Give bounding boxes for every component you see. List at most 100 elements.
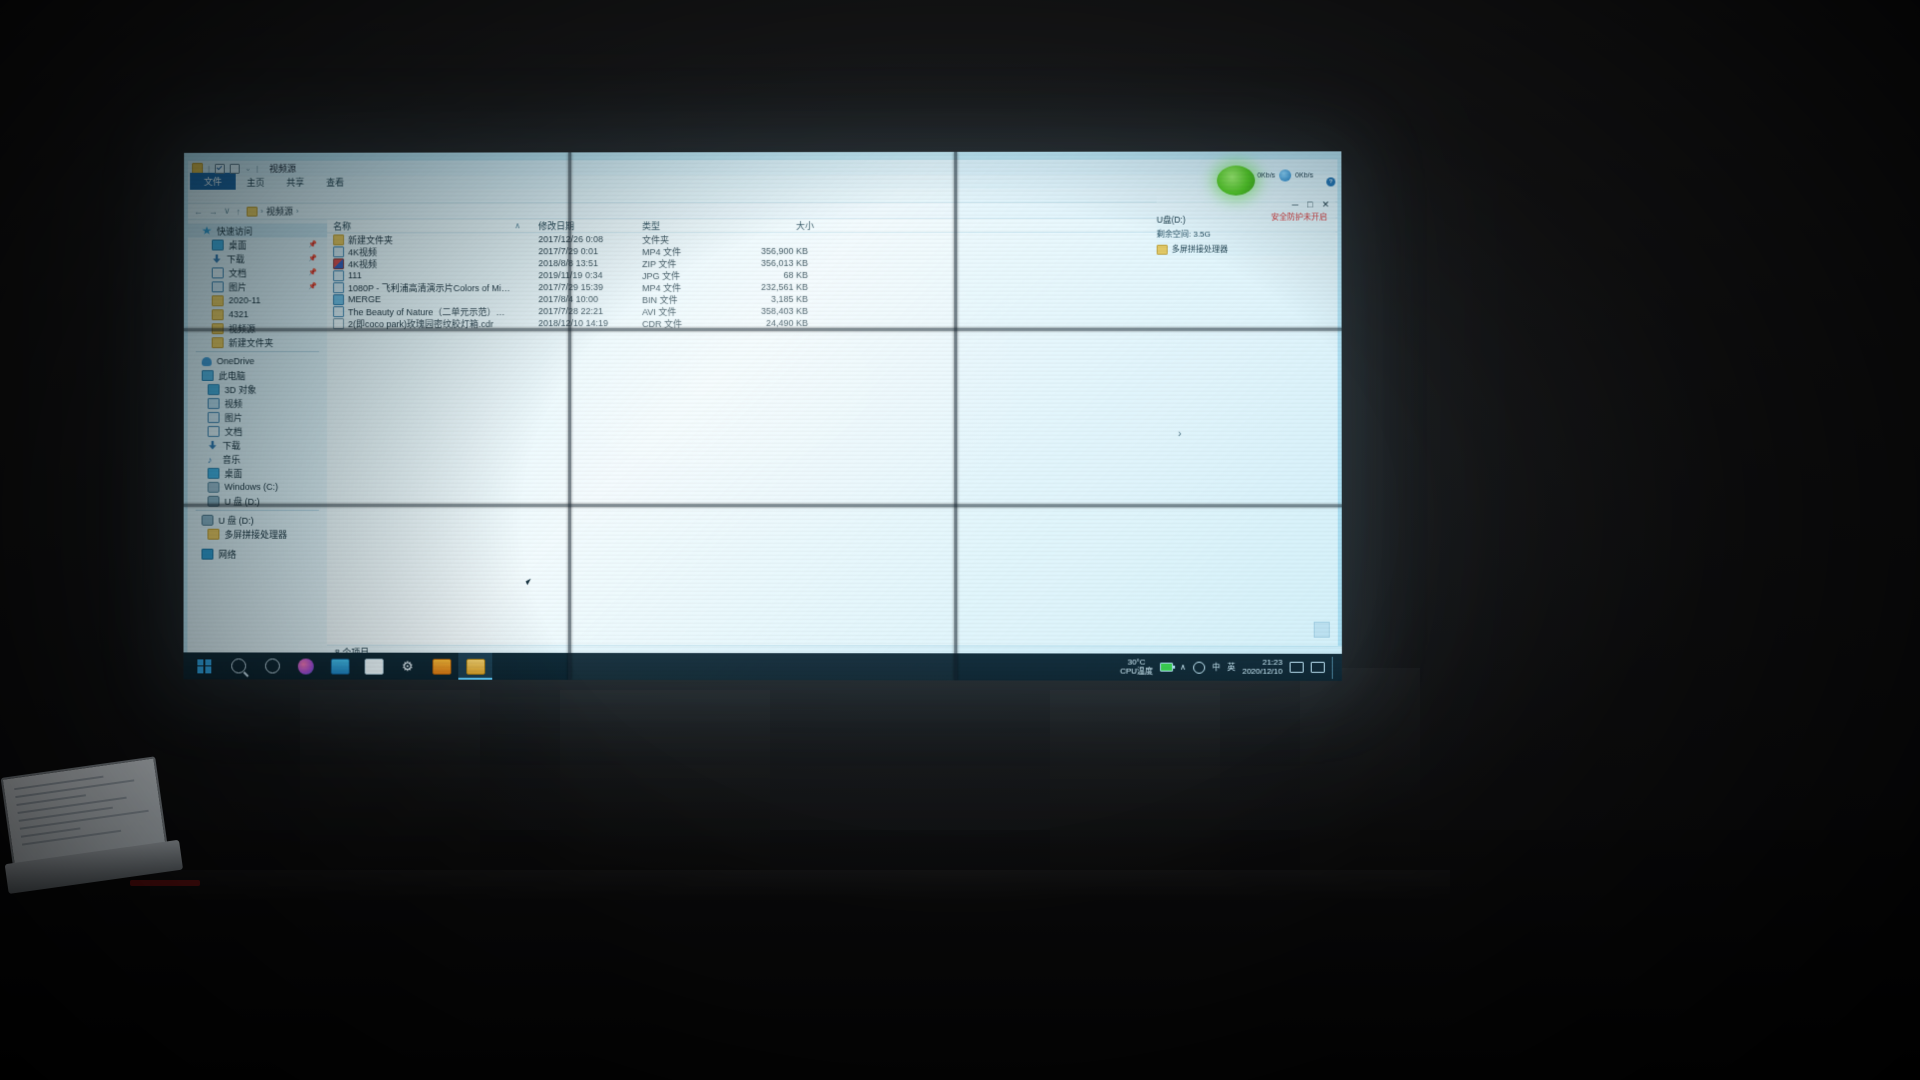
- battery-icon[interactable]: [1160, 662, 1174, 672]
- file-name-cell[interactable]: 1080P - 飞利浦高清演示片Colors of Mi…: [327, 281, 532, 294]
- recent-locations-icon[interactable]: ∨: [224, 206, 231, 217]
- security-shield-icon[interactable]: [1279, 169, 1292, 182]
- bin-icon: [333, 293, 345, 305]
- sidebar-item-documents[interactable]: 文档 📌: [188, 265, 327, 279]
- panel-expand-chevron-icon[interactable]: ›: [1178, 428, 1182, 440]
- sidebar-item-documents-pc[interactable]: 文档: [188, 424, 327, 438]
- table-row[interactable]: 1080P - 飞利浦高清演示片Colors of Mi… 2017/7/29 1…: [327, 281, 1337, 294]
- sidebar-item-this-pc[interactable]: 此电脑: [188, 368, 327, 382]
- file-name-cell[interactable]: 111: [327, 269, 532, 281]
- tab-share[interactable]: 共享: [275, 175, 315, 190]
- sidebar-item-windows-c[interactable]: Windows (C:): [188, 480, 327, 494]
- sidebar-item-2020-11[interactable]: 2020-11: [188, 293, 327, 307]
- back-icon[interactable]: ←: [194, 206, 203, 216]
- sidebar-item-usb-d[interactable]: U 盘 (D:): [188, 513, 327, 527]
- sidebar-label: 图片: [228, 281, 247, 292]
- maximize-button[interactable]: □: [1307, 199, 1312, 210]
- ribbon-tab-strip[interactable]: 文件 主页 共享 查看: [187, 172, 1338, 190]
- start-button[interactable]: [187, 652, 221, 679]
- help-button[interactable]: ?: [1326, 177, 1336, 187]
- scrollbar-thumb[interactable]: [1313, 621, 1330, 638]
- taskbar-app-white[interactable]: [357, 653, 391, 680]
- pin-icon[interactable]: 📌: [308, 240, 317, 248]
- file-name-cell[interactable]: 2(即coco park)玫瑰园密纹胶灯箱.cdr: [327, 317, 532, 330]
- ime-mode-indicator[interactable]: 中: [1212, 662, 1220, 673]
- taskbar-app-settings[interactable]: ⚙: [391, 653, 425, 680]
- sidebar-item-desktop[interactable]: 桌面 📌: [188, 237, 327, 251]
- column-header-date[interactable]: 修改日期: [532, 219, 636, 232]
- tab-home[interactable]: 主页: [236, 175, 276, 190]
- pin-icon[interactable]: 📌: [308, 254, 317, 262]
- sidebar-item-multiscreen-processor[interactable]: 多屏拼接处理器: [188, 527, 327, 541]
- notification-icon[interactable]: [1310, 661, 1325, 673]
- security-status-indicator[interactable]: [1216, 165, 1256, 196]
- cortana-button[interactable]: [255, 652, 289, 679]
- clock[interactable]: 21:23 2020/12/10: [1242, 657, 1282, 676]
- sidebar-item-new-folder[interactable]: 新建文件夹: [188, 335, 327, 349]
- sidebar-item-3d-objects[interactable]: 3D 对象: [188, 382, 327, 396]
- sidebar-item-videos[interactable]: 视频: [188, 396, 327, 410]
- sidebar-item-video-source[interactable]: 视频源: [188, 321, 327, 335]
- sidebar-item-onedrive[interactable]: OneDrive: [188, 354, 327, 368]
- globe-icon[interactable]: [1193, 661, 1206, 674]
- taskbar[interactable]: ⚙ 30°C CPU温度 ∧ 中 英 21:23 2020/12/10: [183, 652, 1342, 681]
- titlebar-divider-2: |: [256, 163, 259, 173]
- table-row[interactable]: 4K视频 2018/8/8 13:51 ZIP 文件 356,013 KB: [327, 257, 1337, 270]
- minimize-button[interactable]: ─: [1292, 199, 1298, 210]
- sidebar-item-downloads[interactable]: 下载 📌: [188, 251, 327, 265]
- show-desktop-button[interactable]: [1331, 656, 1336, 679]
- pin-icon[interactable]: 📌: [308, 282, 317, 290]
- explorer-title-bar[interactable]: | ⌄ | 视频源: [187, 159, 1338, 176]
- quick-access-toolbar-props[interactable]: [229, 163, 240, 174]
- taskbar-app-flower[interactable]: [289, 653, 323, 680]
- usb-drive-popup[interactable]: ─ □ ✕ U盘(D:) 剩余空间: 3.5G 多屏拼接处理器: [1156, 195, 1336, 256]
- file-list-pane[interactable]: 名称 ∧ 修改日期 类型 大小 新建文件夹 2017/12/26 0:08 文件夹 4…: [326, 218, 1342, 660]
- pin-icon[interactable]: 📌: [308, 268, 317, 276]
- taskbar-app-blue[interactable]: [323, 653, 357, 680]
- language-indicator[interactable]: 英: [1227, 662, 1235, 673]
- sidebar-item-network[interactable]: 网络: [188, 547, 327, 561]
- pictures-icon: [207, 411, 220, 423]
- folder-icon: [1156, 244, 1168, 255]
- file-name-cell[interactable]: 4K视频: [327, 257, 532, 270]
- forward-icon[interactable]: →: [209, 206, 218, 216]
- tab-file[interactable]: 文件: [189, 172, 236, 190]
- column-header-type[interactable]: 类型: [636, 219, 732, 232]
- table-row[interactable]: The Beauty of Nature（二单元示范）… 2017/7/28 22…: [327, 305, 1337, 318]
- cpu-temperature[interactable]: 30°C CPU温度: [1120, 658, 1153, 676]
- close-button[interactable]: ✕: [1322, 199, 1330, 210]
- sidebar-item-music[interactable]: ♪ 音乐: [188, 452, 327, 466]
- popup-window-controls[interactable]: ─ □ ✕: [1292, 199, 1330, 210]
- up-icon[interactable]: ↑: [236, 206, 240, 216]
- system-tray[interactable]: 30°C CPU温度 ∧ 中 英 21:23 2020/12/10: [1120, 656, 1342, 679]
- show-hidden-icons-caret[interactable]: ∧: [1180, 663, 1186, 672]
- explorer-title: 视频源: [269, 163, 297, 174]
- taskbar-app-file-explorer[interactable]: [458, 652, 493, 680]
- quick-access-toolbar-check[interactable]: [214, 163, 225, 174]
- column-header-name[interactable]: 名称 ∧: [327, 219, 532, 232]
- breadcrumb[interactable]: › 视频源 ›: [246, 205, 299, 218]
- table-row[interactable]: 2(即coco park)玫瑰园密纹胶灯箱.cdr 2018/12/10 14:1…: [327, 317, 1337, 329]
- breadcrumb-separator-2[interactable]: ›: [296, 207, 299, 216]
- taskbar-left-group[interactable]: ⚙: [183, 652, 493, 680]
- file-name-cell[interactable]: MERGE: [327, 293, 532, 305]
- table-row[interactable]: 111 2019/11/19 0:34 JPG 文件 68 KB: [327, 269, 1337, 282]
- taskbar-app-orange[interactable]: [424, 653, 458, 680]
- sidebar-item-downloads-pc[interactable]: 下载: [188, 438, 327, 452]
- windows-logo-icon: [197, 658, 212, 673]
- column-header-size[interactable]: 大小: [732, 219, 822, 232]
- titlebar-dropdown-caret[interactable]: ⌄: [245, 164, 252, 173]
- navigation-pane[interactable]: 快速访问 桌面 📌 下载 📌 文档 📌 图片 📌 2020-11 4321 视频…: [187, 219, 328, 659]
- sidebar-item-usb-d-pc[interactable]: U 盘 (D:): [188, 494, 327, 508]
- usb-folder-item[interactable]: 多屏拼接处理器: [1156, 244, 1336, 255]
- sidebar-item-pictures[interactable]: 图片 📌: [188, 279, 327, 293]
- table-row[interactable]: MERGE 2017/8/4 10:00 BIN 文件 3,185 KB: [327, 293, 1337, 306]
- tab-view[interactable]: 查看: [315, 175, 355, 190]
- sidebar-item-desktop-pc[interactable]: 桌面: [188, 466, 327, 480]
- breadcrumb-item-0[interactable]: 视频源: [266, 205, 293, 218]
- sidebar-item-quick-access[interactable]: 快速访问: [187, 223, 328, 238]
- sidebar-item-pictures-pc[interactable]: 图片: [188, 410, 327, 424]
- sidebar-item-4321[interactable]: 4321: [188, 307, 327, 321]
- action-center-icon[interactable]: [1289, 661, 1304, 673]
- search-button[interactable]: [221, 652, 255, 679]
